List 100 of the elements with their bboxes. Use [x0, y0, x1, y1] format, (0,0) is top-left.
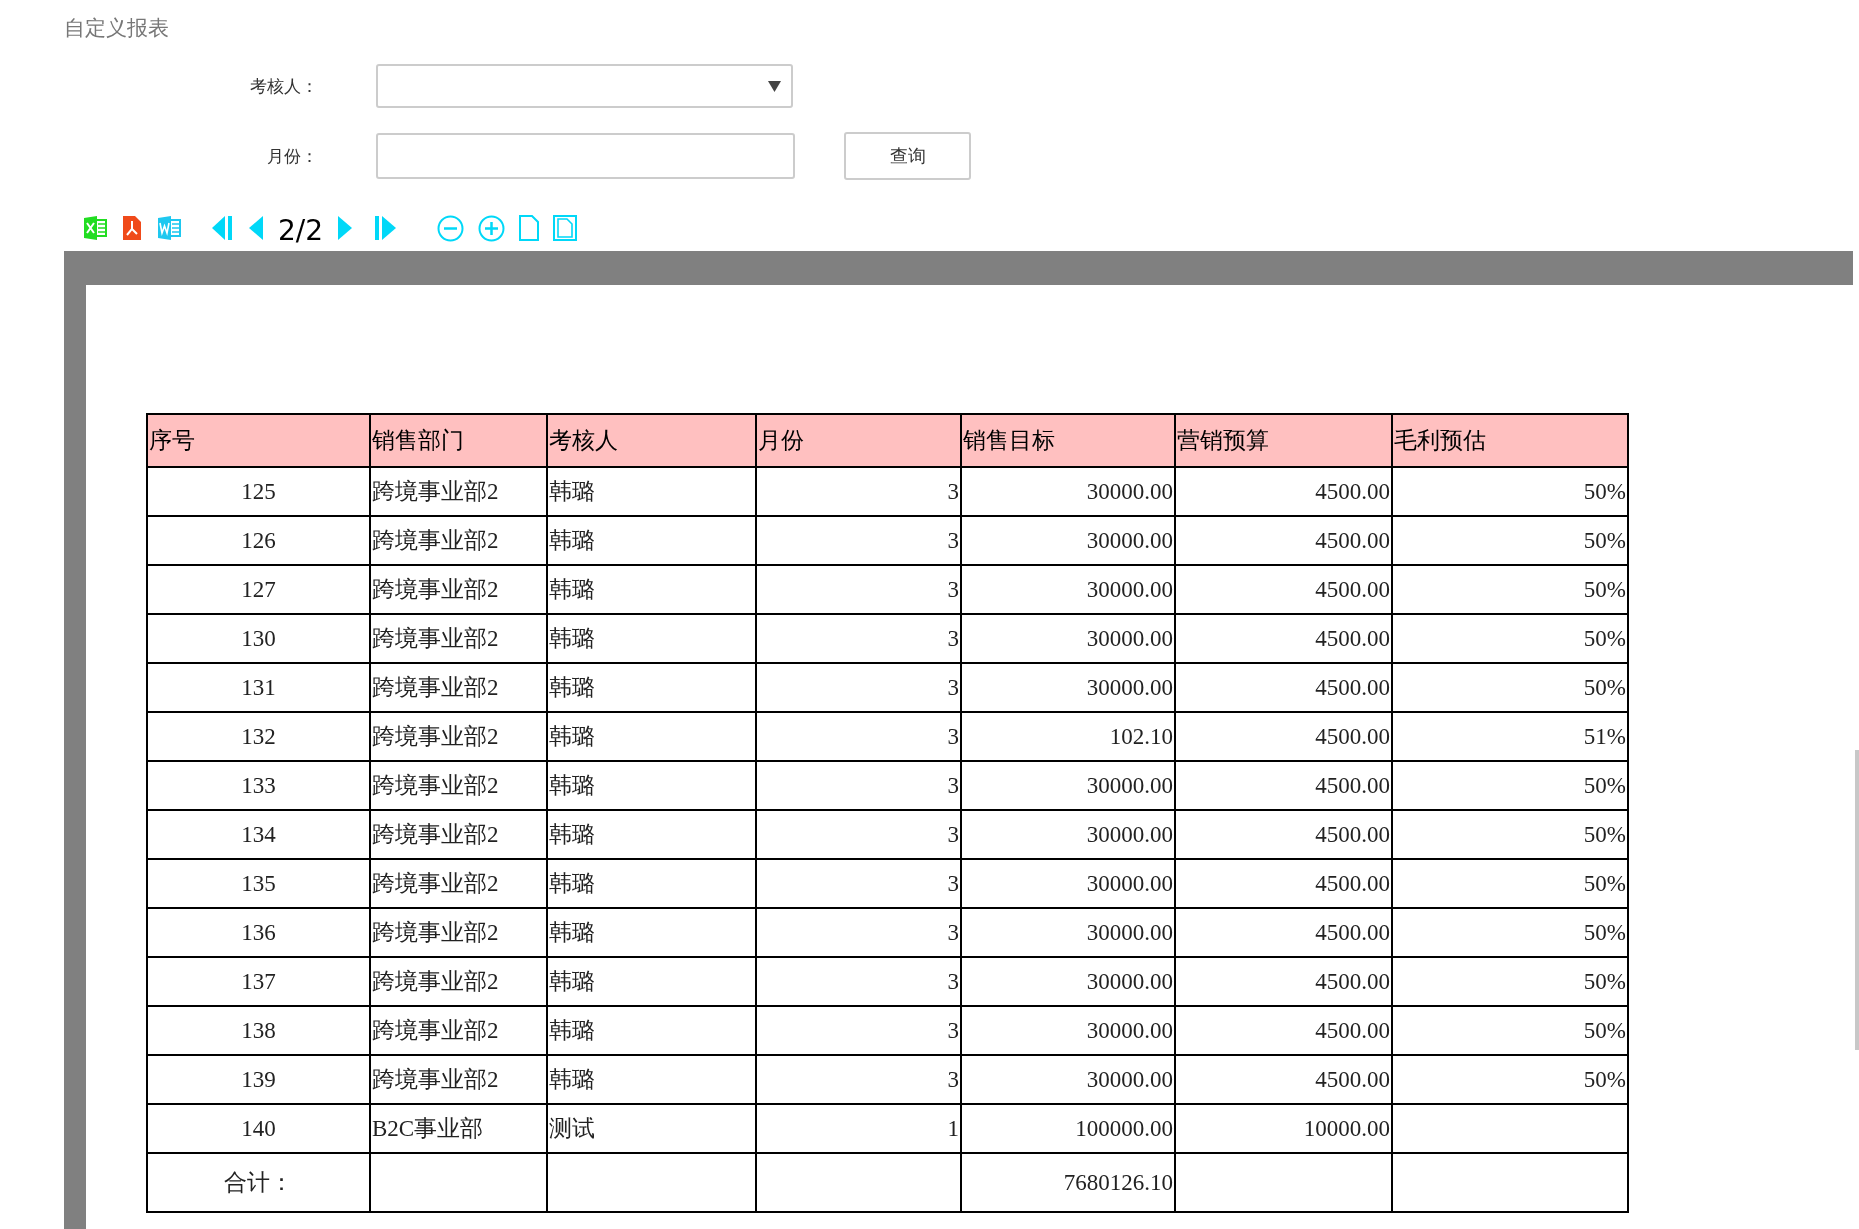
table-cell: 3 [756, 810, 961, 859]
table-cell: 4500.00 [1175, 761, 1392, 810]
zoom-in-icon[interactable] [478, 214, 506, 242]
table-cell: 跨境事业部2 [370, 516, 547, 565]
table-cell: 韩璐 [547, 761, 756, 810]
table-cell: 30000.00 [961, 957, 1175, 1006]
table-cell: 跨境事业部2 [370, 565, 547, 614]
table-cell: 4500.00 [1175, 1055, 1392, 1104]
total-label: 合计： [147, 1153, 370, 1212]
table-cell: 50% [1392, 761, 1628, 810]
table-cell: 跨境事业部2 [370, 1055, 547, 1104]
table-cell: 50% [1392, 1006, 1628, 1055]
table-cell: 韩璐 [547, 516, 756, 565]
column-header: 考核人 [547, 414, 756, 467]
table-cell: 跨境事业部2 [370, 859, 547, 908]
table-cell: 125 [147, 467, 370, 516]
full-page-icon[interactable] [553, 215, 578, 241]
column-header: 销售部门 [370, 414, 547, 467]
table-cell: 跨境事业部2 [370, 908, 547, 957]
table-cell: 4500.00 [1175, 810, 1392, 859]
table-cell: 50% [1392, 957, 1628, 1006]
table-cell: 131 [147, 663, 370, 712]
month-input-field[interactable] [376, 133, 795, 179]
table-cell: 30000.00 [961, 761, 1175, 810]
table-cell: 跨境事业部2 [370, 810, 547, 859]
table-cell: 100000.00 [961, 1104, 1175, 1153]
table-cell: 3 [756, 908, 961, 957]
table-cell: 139 [147, 1055, 370, 1104]
table-cell: 30000.00 [961, 1006, 1175, 1055]
table-cell: 跨境事业部2 [370, 663, 547, 712]
table-cell: 4500.00 [1175, 712, 1392, 761]
zoom-out-icon[interactable] [437, 214, 465, 242]
query-button[interactable]: 查询 [844, 132, 971, 180]
table-cell: 127 [147, 565, 370, 614]
table-cell: 51% [1392, 712, 1628, 761]
table-cell: 140 [147, 1104, 370, 1153]
last-page-icon[interactable] [373, 215, 398, 241]
table-cell: 跨境事业部2 [370, 712, 547, 761]
table-cell: 3 [756, 1006, 961, 1055]
table-cell: 50% [1392, 467, 1628, 516]
previous-page-icon[interactable] [248, 215, 264, 241]
table-cell: 4500.00 [1175, 663, 1392, 712]
table-cell: 30000.00 [961, 565, 1175, 614]
next-page-icon[interactable] [337, 215, 354, 241]
page-indicator: 2/2 [278, 212, 324, 247]
table-cell: 50% [1392, 810, 1628, 859]
table-cell: 50% [1392, 663, 1628, 712]
table-cell: B2C事业部 [370, 1104, 547, 1153]
table-cell: 50% [1392, 908, 1628, 957]
field-label: 考核人： [249, 74, 318, 98]
total-value: 7680126.10 [961, 1153, 1175, 1212]
table-cell: 4500.00 [1175, 957, 1392, 1006]
table-cell: 30000.00 [961, 859, 1175, 908]
table-cell: 50% [1392, 565, 1628, 614]
table-cell: 韩璐 [547, 712, 756, 761]
export-pdf-icon[interactable] [122, 215, 142, 241]
table-cell: 4500.00 [1175, 516, 1392, 565]
table-cell: 133 [147, 761, 370, 810]
table-cell: 130 [147, 614, 370, 663]
select-field[interactable] [376, 64, 793, 108]
first-page-icon[interactable] [210, 215, 234, 241]
table-cell: 30000.00 [961, 908, 1175, 957]
table-cell: 4500.00 [1175, 467, 1392, 516]
table-cell: 126 [147, 516, 370, 565]
table-cell: 测试 [547, 1104, 756, 1153]
table-cell: 3 [756, 467, 961, 516]
column-header: 销售目标 [961, 414, 1175, 467]
table-cell: 3 [756, 663, 961, 712]
table-cell: 1 [756, 1104, 961, 1153]
table-cell: 韩璐 [547, 663, 756, 712]
page-title: 自定义报表 [63, 15, 170, 42]
table-cell: 3 [756, 957, 961, 1006]
table-cell: 韩璐 [547, 614, 756, 663]
table-cell: 3 [756, 516, 961, 565]
table-cell: 50% [1392, 1055, 1628, 1104]
table-cell: 韩璐 [547, 1006, 756, 1055]
table-cell: 4500.00 [1175, 614, 1392, 663]
dropdown-triangle-icon [768, 80, 781, 92]
scrollbar-thumb[interactable] [1855, 750, 1859, 1050]
field-label: 月份： [266, 144, 318, 168]
table-cell: 4500.00 [1175, 908, 1392, 957]
table-cell: 50% [1392, 614, 1628, 663]
table-cell: 韩璐 [547, 859, 756, 908]
table-cell: 30000.00 [961, 467, 1175, 516]
table-cell: 跨境事业部2 [370, 1006, 547, 1055]
table-cell: 30000.00 [961, 810, 1175, 859]
export-excel-icon[interactable] [82, 215, 108, 241]
table-cell: 30000.00 [961, 663, 1175, 712]
table-cell: 韩璐 [547, 1055, 756, 1104]
table-cell: 30000.00 [961, 614, 1175, 663]
export-word-icon[interactable] [156, 215, 182, 241]
table-cell: 3 [756, 565, 961, 614]
table-cell: 10000.00 [1175, 1104, 1392, 1153]
table-cell: 4500.00 [1175, 1006, 1392, 1055]
page-icon[interactable] [519, 215, 540, 241]
table-cell: 50% [1392, 516, 1628, 565]
table-cell: 3 [756, 614, 961, 663]
table-cell: 3 [756, 859, 961, 908]
table-cell: 韩璐 [547, 467, 756, 516]
table-cell: 跨境事业部2 [370, 614, 547, 663]
